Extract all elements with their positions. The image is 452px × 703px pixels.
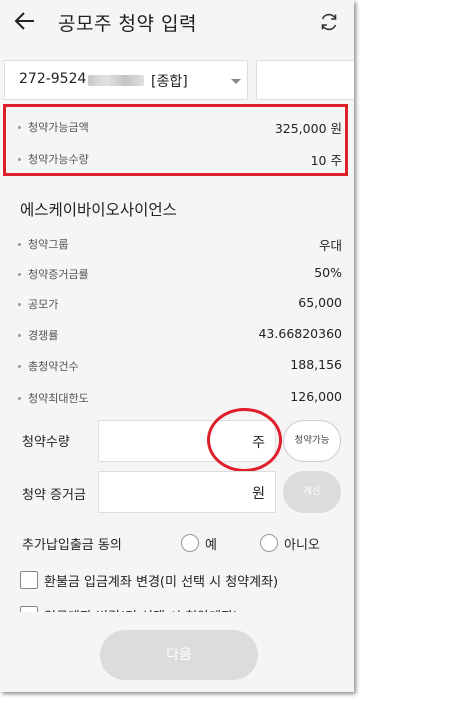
bullet-icon xyxy=(18,273,21,276)
detail-row: 총청약건수 188,156 xyxy=(0,356,354,376)
quantity-label: 청약수량 xyxy=(22,435,70,450)
no-radio[interactable] xyxy=(260,534,278,552)
calculate-button[interactable]: 계산 xyxy=(283,471,341,513)
detail-label: 청약그룹 xyxy=(28,238,69,251)
detail-row: 청약최대한도 126,000 xyxy=(0,388,354,408)
deposit-label: 청약 증거금 xyxy=(22,488,86,503)
refund-account-checkbox[interactable] xyxy=(20,571,38,589)
check-availability-button[interactable]: 청약가능 xyxy=(283,420,341,462)
highlight-circle xyxy=(207,408,282,472)
detail-value: 126,000 xyxy=(290,389,342,404)
company-name: 에스케이바이오사이언스 xyxy=(20,201,177,219)
highlight-box xyxy=(3,104,348,176)
detail-label: 청약증거금률 xyxy=(28,268,89,281)
deposit-input[interactable]: 원 xyxy=(98,471,276,513)
detail-row: 공모가 65,000 xyxy=(0,294,354,314)
refresh-icon[interactable] xyxy=(318,11,340,33)
detail-value: 우대 xyxy=(318,238,342,253)
detail-label: 경쟁률 xyxy=(28,329,59,342)
detail-value: 65,000 xyxy=(298,295,342,310)
bullet-icon xyxy=(18,334,21,337)
detail-row: 청약증거금률 50% xyxy=(0,264,354,284)
password-field[interactable] xyxy=(256,60,354,100)
next-button[interactable]: 다음 xyxy=(100,630,258,680)
account-select[interactable]: 272-9524 [종합] xyxy=(4,60,248,100)
back-arrow-icon[interactable] xyxy=(14,10,36,32)
bullet-icon xyxy=(18,243,21,246)
extra-payment-label: 추가납입출금 동의 xyxy=(22,538,122,553)
detail-row: 청약그룹 우대 xyxy=(0,234,354,254)
bullet-icon xyxy=(18,365,21,368)
yes-radio[interactable] xyxy=(181,534,199,552)
detail-row: 경쟁률 43.66820360 xyxy=(0,325,354,345)
detail-value: 43.66820360 xyxy=(258,326,342,341)
header: 공모주 청약 입력 xyxy=(0,0,354,44)
bullet-icon xyxy=(18,397,21,400)
detail-label: 공모가 xyxy=(28,298,59,311)
detail-label: 청약최대한도 xyxy=(28,392,89,405)
account-number: 272-9524 xyxy=(19,71,87,87)
detail-label: 총청약건수 xyxy=(28,360,79,373)
no-label: 아니오 xyxy=(284,538,320,553)
chevron-down-icon xyxy=(231,79,241,84)
app-screen: 공모주 청약 입력 272-9524 [종합] 청약가능금액 325,000 원… xyxy=(0,0,354,692)
account-type: [종합] xyxy=(151,74,188,90)
detail-value: 50% xyxy=(314,265,342,280)
detail-value: 188,156 xyxy=(290,357,342,372)
refund-account-label: 환불금 입금계좌 변경(미 선택 시 청약계좌) xyxy=(44,575,279,590)
deposit-unit: 원 xyxy=(252,486,265,502)
account-mask xyxy=(88,75,144,86)
yes-label: 예 xyxy=(205,538,217,553)
page-title: 공모주 청약 입력 xyxy=(58,13,197,35)
bullet-icon xyxy=(18,303,21,306)
